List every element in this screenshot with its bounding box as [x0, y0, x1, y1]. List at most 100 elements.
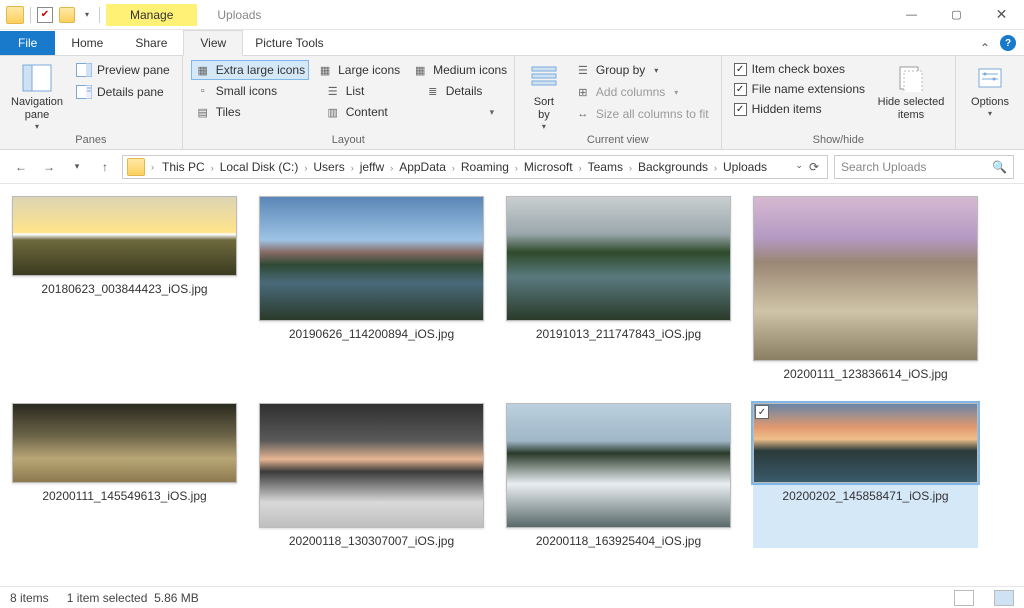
share-tab[interactable]: Share [119, 31, 183, 55]
breadcrumb-segment[interactable]: Users [309, 158, 348, 176]
up-button[interactable]: ↑ [94, 156, 116, 178]
tiles-button[interactable]: ▤Tiles [191, 102, 317, 122]
item-check-boxes-toggle[interactable]: ✓Item check boxes [730, 60, 869, 78]
grid-icon: ▦ [412, 62, 428, 78]
file-name-label: 20200118_163925404_iOS.jpg [536, 534, 701, 548]
show-hide-group-label: Show/hide [730, 132, 947, 149]
preview-pane-button[interactable]: Preview pane [72, 60, 174, 80]
list-button[interactable]: ☰List [321, 81, 417, 101]
chevron-right-icon[interactable]: › [627, 163, 634, 173]
view-tab[interactable]: View [183, 30, 243, 56]
breadcrumb-segment[interactable]: Teams [584, 158, 627, 176]
details-icon: ≣ [425, 83, 441, 99]
checkbox-icon: ✓ [734, 63, 747, 76]
back-button[interactable]: ← [10, 156, 32, 178]
address-bar: ← → ▾ ↑ › This PC›Local Disk (C:)›Users›… [0, 150, 1024, 184]
file-tab[interactable]: File [0, 31, 55, 55]
list-icon: ☰ [325, 83, 341, 99]
hidden-items-toggle[interactable]: ✓Hidden items [730, 100, 869, 118]
properties-icon[interactable]: ✔ [37, 7, 53, 23]
window-title: Uploads [197, 4, 281, 26]
maximize-button[interactable]: ▢ [934, 0, 979, 30]
thumbnail-image [506, 403, 731, 528]
breadcrumb-segment[interactable]: Backgrounds [634, 158, 712, 176]
refresh-button[interactable]: ⟳ [809, 160, 819, 174]
sort-icon [528, 62, 560, 94]
minimize-button[interactable]: — [889, 0, 934, 30]
breadcrumb-segment[interactable]: Uploads [719, 158, 771, 176]
file-name-label: 20191013_211747843_iOS.jpg [536, 327, 701, 341]
small-icons-button[interactable]: ▫Small icons [191, 81, 317, 101]
breadcrumb-segment[interactable]: This PC [158, 158, 209, 176]
breadcrumb[interactable]: › This PC›Local Disk (C:)›Users›jeffw›Ap… [122, 155, 828, 179]
thumbnail-image [12, 196, 237, 276]
thumbnail-image [506, 196, 731, 321]
extra-large-icons-button[interactable]: ▦Extra large icons [191, 60, 309, 80]
breadcrumb-segment[interactable]: Roaming [457, 158, 513, 176]
file-item[interactable]: 20200111_145549613_iOS.jpg [12, 403, 237, 548]
content-button[interactable]: ▥Content [321, 102, 417, 122]
chevron-right-icon[interactable]: › [450, 163, 457, 173]
thumbnail-image [259, 403, 484, 528]
breadcrumb-segment[interactable]: jeffw [356, 158, 388, 176]
breadcrumb-segment[interactable]: Local Disk (C:) [216, 158, 303, 176]
file-item[interactable]: 20191013_211747843_iOS.jpg [506, 196, 731, 381]
chevron-right-icon[interactable]: › [349, 163, 356, 173]
recent-dropdown-icon[interactable]: ▾ [66, 156, 88, 178]
group-by-icon: ☰ [575, 62, 591, 78]
details-pane-icon [76, 84, 92, 100]
help-icon[interactable]: ? [1000, 35, 1016, 51]
chevron-right-icon[interactable]: › [149, 162, 156, 172]
file-item[interactable]: 20200118_130307007_iOS.jpg [259, 403, 484, 548]
panes-group-label: Panes [8, 132, 174, 149]
manage-tab[interactable]: Manage [106, 4, 197, 26]
chevron-right-icon[interactable]: › [577, 163, 584, 173]
layout-more-button[interactable]: ▾ [480, 102, 506, 122]
new-folder-icon[interactable] [59, 7, 75, 23]
details-view-button[interactable]: ≣Details [421, 81, 487, 101]
selection-checkbox[interactable]: ✓ [755, 405, 769, 419]
chevron-right-icon[interactable]: › [712, 163, 719, 173]
file-item[interactable]: 20190626_114200894_iOS.jpg [259, 196, 484, 381]
checkbox-icon: ✓ [734, 103, 747, 116]
ribbon-collapse-icon[interactable]: ⌃ [974, 41, 996, 55]
file-item[interactable]: 20200111_123836614_iOS.jpg [753, 196, 978, 381]
large-icons-button[interactable]: ▦Large icons [313, 60, 404, 80]
details-view-toggle[interactable] [954, 590, 974, 606]
breadcrumb-segment[interactable]: AppData [395, 158, 450, 176]
hide-icon [895, 62, 927, 94]
chevron-right-icon[interactable]: › [513, 163, 520, 173]
qat-dropdown-icon[interactable]: ▾ [81, 10, 93, 19]
thumbnail-view-toggle[interactable] [994, 590, 1014, 606]
sort-by-button[interactable]: Sort by ▾ [523, 60, 565, 132]
close-button[interactable]: ✕ [979, 0, 1024, 30]
folder-icon [6, 6, 24, 24]
file-name-label: 20200111_123836614_iOS.jpg [783, 367, 947, 381]
breadcrumb-segment[interactable]: Microsoft [520, 158, 577, 176]
file-item[interactable]: 20200118_163925404_iOS.jpg [506, 403, 731, 548]
thumbnail-image [753, 196, 978, 361]
file-name-label: 20190626_114200894_iOS.jpg [289, 327, 454, 341]
file-item[interactable]: ✓ 20200202_145858471_iOS.jpg [753, 403, 978, 548]
search-input[interactable]: Search Uploads 🔍 [834, 155, 1014, 179]
medium-icons-button[interactable]: ▦Medium icons [408, 60, 511, 80]
home-tab[interactable]: Home [55, 31, 119, 55]
grid-icon: ▦ [195, 62, 211, 78]
file-item[interactable]: 20180623_003844423_iOS.jpg [12, 196, 237, 381]
file-grid[interactable]: 20180623_003844423_iOS.jpg 20190626_11420… [0, 184, 1024, 586]
search-icon: 🔍 [992, 160, 1007, 174]
size-columns-button: ↔Size all columns to fit [571, 104, 713, 124]
forward-button[interactable]: → [38, 156, 60, 178]
address-dropdown-icon[interactable]: ⌄ [795, 160, 803, 174]
hide-selected-button[interactable]: Hide selected items [875, 60, 947, 132]
thumbnail-image [12, 403, 237, 483]
file-name-label: 20200202_145858471_iOS.jpg [782, 489, 948, 503]
options-button[interactable]: Options ▾ [964, 60, 1016, 132]
details-pane-button[interactable]: Details pane [72, 82, 174, 102]
navigation-pane-button[interactable]: Navigation pane ▾ [8, 60, 66, 132]
group-by-button[interactable]: ☰Group by▾ [571, 60, 713, 80]
picture-tools-tab[interactable]: Picture Tools [243, 31, 335, 55]
chevron-right-icon[interactable]: › [209, 163, 216, 173]
selection-count: 1 item selected 5.86 MB [67, 591, 199, 605]
file-name-ext-toggle[interactable]: ✓File name extensions [730, 80, 869, 98]
